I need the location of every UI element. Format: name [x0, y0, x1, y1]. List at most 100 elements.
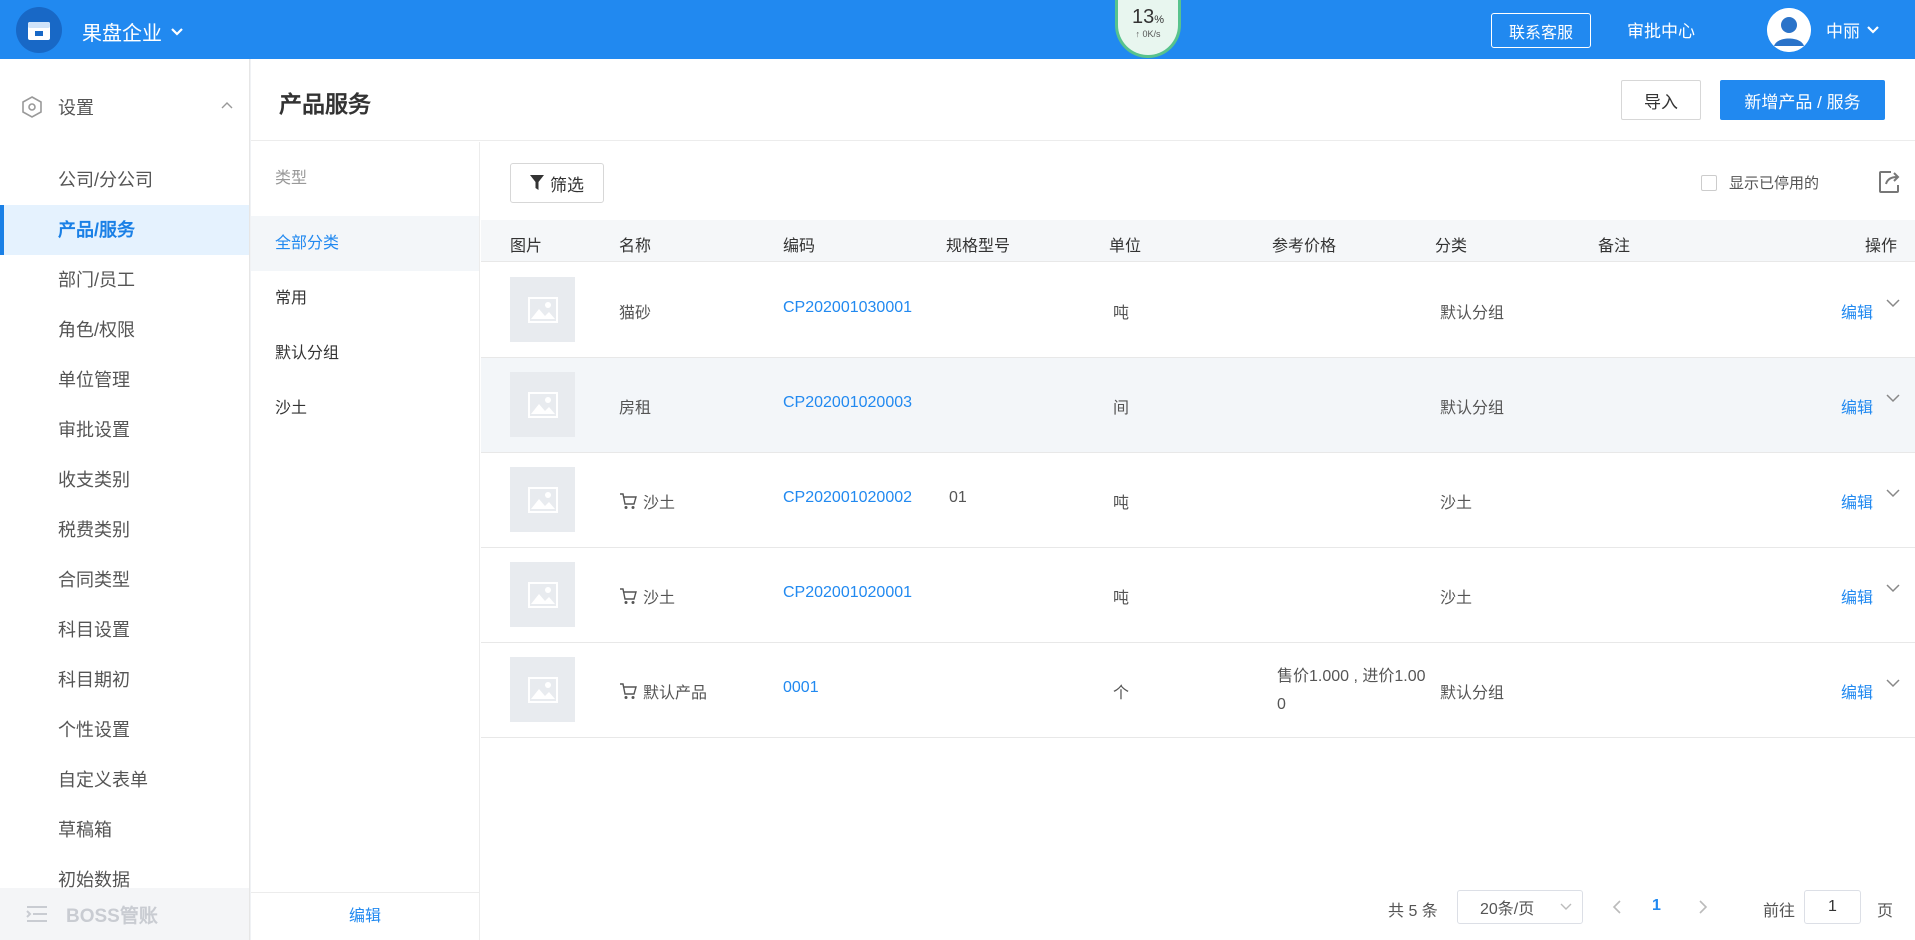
- product-name-text: 默认产品: [643, 685, 708, 702]
- image-icon: [510, 277, 575, 342]
- sidebar-bottom-label: BOSS管账: [66, 905, 158, 927]
- chevron-down-icon[interactable]: [1885, 487, 1901, 499]
- column-header-name: 名称: [619, 238, 652, 255]
- product-code-link[interactable]: 0001: [783, 679, 819, 697]
- category-item-default[interactable]: 默认分组: [251, 326, 479, 381]
- import-button[interactable]: 导入: [1621, 80, 1701, 120]
- product-name-text: 猫砂: [619, 305, 652, 322]
- sidebar-item-company[interactable]: 公司/分公司: [0, 155, 249, 205]
- filter-button[interactable]: 筛选: [510, 163, 604, 203]
- product-name-text: 沙土: [643, 495, 676, 512]
- product-code-link[interactable]: CP202001020001: [783, 584, 912, 602]
- sidebar-item-departments[interactable]: 部门/员工: [0, 255, 249, 305]
- chevron-down-icon: [171, 27, 183, 36]
- approval-center-link[interactable]: 审批中心: [1627, 17, 1695, 42]
- sidebar-item-contract-types[interactable]: 合同类型: [0, 555, 249, 605]
- sidebar-item-roles[interactable]: 角色/权限: [0, 305, 249, 355]
- chevron-left-icon[interactable]: [1611, 899, 1623, 915]
- chevron-right-icon[interactable]: [1697, 899, 1709, 915]
- show-disabled-checkbox[interactable]: [1701, 174, 1717, 191]
- table-header: 图片 名称 编码 规格型号 单位 参考价格 分类 备注 操作: [481, 220, 1915, 262]
- sidebar: 设置 公司/分公司 产品/服务 部门/员工 角色/权限 单位管理 审批设置 收支…: [0, 59, 250, 940]
- product-unit: 吨: [1113, 305, 1130, 322]
- product-list: 筛选 显示已停用的 图片 名称 编码 规格型号 单位 参考价格 分类 备注 操作…: [481, 142, 1915, 940]
- product-name: 猫砂: [619, 299, 651, 323]
- cart-icon: [620, 492, 637, 509]
- sidebar-item-income-expense[interactable]: 收支类别: [0, 455, 249, 505]
- product-code-link[interactable]: CP202001030001: [783, 299, 912, 317]
- product-name: 默认产品: [619, 679, 707, 703]
- category-edit-button[interactable]: 编辑: [251, 892, 479, 940]
- product-name: 沙土: [619, 584, 675, 608]
- product-unit: 个: [1113, 685, 1130, 702]
- row-edit-button[interactable]: 编辑: [1841, 394, 1873, 418]
- show-disabled-label: 显示已停用的: [1729, 175, 1820, 192]
- chevron-up-icon: [221, 102, 233, 109]
- speed-percent: 13: [1131, 6, 1155, 28]
- sidebar-item-opening-balance[interactable]: 科目期初: [0, 655, 249, 705]
- product-name-text: 房租: [619, 400, 652, 417]
- table-row[interactable]: 默认产品 0001 个 售价1.000 , 进价1.000 默认分组 编辑: [481, 643, 1915, 738]
- sidebar-item-accounts[interactable]: 科目设置: [0, 605, 249, 655]
- show-disabled-toggle[interactable]: 显示已停用的: [1701, 172, 1819, 193]
- sidebar-item-drafts[interactable]: 草稿箱: [0, 805, 249, 855]
- row-edit-button[interactable]: 编辑: [1841, 679, 1873, 703]
- sidebar-item-units[interactable]: 单位管理: [0, 355, 249, 405]
- category-item-all[interactable]: 全部分类: [251, 216, 479, 271]
- menu-icon: [26, 906, 47, 922]
- chevron-down-icon[interactable]: [1885, 297, 1901, 309]
- sidebar-item-tax[interactable]: 税费类别: [0, 505, 249, 555]
- chevron-down-icon[interactable]: [1885, 677, 1901, 689]
- column-header-price: 参考价格: [1272, 238, 1337, 255]
- product-name: 沙土: [619, 489, 675, 513]
- sidebar-item-approval-settings[interactable]: 审批设置: [0, 405, 249, 455]
- cart-icon: [620, 587, 637, 604]
- chevron-down-icon: [1560, 903, 1572, 910]
- table-row[interactable]: 房租 CP202001020003 间 默认分组 编辑: [481, 358, 1915, 453]
- table-row[interactable]: 沙土 CP202001020002 01 吨 沙土 编辑: [481, 453, 1915, 548]
- cart-icon: [620, 682, 637, 699]
- page-size-value: 20条/页: [1480, 901, 1535, 918]
- category-item-common[interactable]: 常用: [251, 271, 479, 326]
- image-icon: [510, 372, 575, 437]
- company-name: 果盘企业: [82, 23, 162, 45]
- page-number-current[interactable]: 1: [1652, 897, 1661, 915]
- row-edit-button[interactable]: 编辑: [1841, 489, 1873, 513]
- table-row[interactable]: 猫砂 CP202001030001 吨 默认分组 编辑: [481, 263, 1915, 358]
- page-header: 产品服务 导入 新增产品 / 服务: [251, 59, 1915, 141]
- contact-support-button[interactable]: 联系客服: [1491, 13, 1591, 48]
- image-icon: [510, 562, 575, 627]
- chevron-down-icon[interactable]: [1885, 392, 1901, 404]
- column-header-category: 分类: [1435, 238, 1468, 255]
- sidebar-bottom-boss[interactable]: BOSS管账: [0, 888, 249, 940]
- filter-icon: [530, 175, 544, 190]
- store-icon[interactable]: [16, 7, 62, 53]
- column-header-unit: 单位: [1109, 238, 1142, 255]
- sidebar-item-custom-forms[interactable]: 自定义表单: [0, 755, 249, 805]
- goto-page-input[interactable]: [1804, 890, 1861, 924]
- image-icon: [510, 467, 575, 532]
- product-category: 默认分组: [1440, 400, 1505, 417]
- page-size-select[interactable]: 20条/页: [1457, 890, 1583, 924]
- table-row[interactable]: 沙土 CP202001020001 吨 沙土 编辑: [481, 548, 1915, 643]
- category-item-sand[interactable]: 沙土: [251, 381, 479, 436]
- category-panel: 类型 全部分类 常用 默认分组 沙土 编辑: [251, 142, 480, 940]
- add-product-button[interactable]: 新增产品 / 服务: [1720, 80, 1885, 120]
- sidebar-item-products[interactable]: 产品/服务: [0, 205, 249, 255]
- page-suffix: 页: [1877, 903, 1894, 920]
- export-icon[interactable]: [1877, 169, 1903, 195]
- product-code-link[interactable]: CP202001020003: [783, 394, 912, 412]
- product-name-text: 沙土: [643, 590, 676, 607]
- row-edit-button[interactable]: 编辑: [1841, 299, 1873, 323]
- product-spec: 01: [949, 489, 967, 506]
- company-switcher[interactable]: 果盘企业: [82, 17, 184, 46]
- network-speed-widget[interactable]: 13% ↑ 0K/s: [1115, 0, 1181, 58]
- product-code-link[interactable]: CP202001020002: [783, 489, 912, 507]
- settings-icon: [22, 96, 42, 118]
- avatar[interactable]: [1767, 8, 1811, 52]
- row-edit-button[interactable]: 编辑: [1841, 584, 1873, 608]
- sidebar-item-preferences[interactable]: 个性设置: [0, 705, 249, 755]
- sidebar-section-settings[interactable]: 设置: [0, 59, 249, 155]
- chevron-down-icon[interactable]: [1885, 582, 1901, 594]
- user-menu[interactable]: 中丽: [1826, 17, 1880, 42]
